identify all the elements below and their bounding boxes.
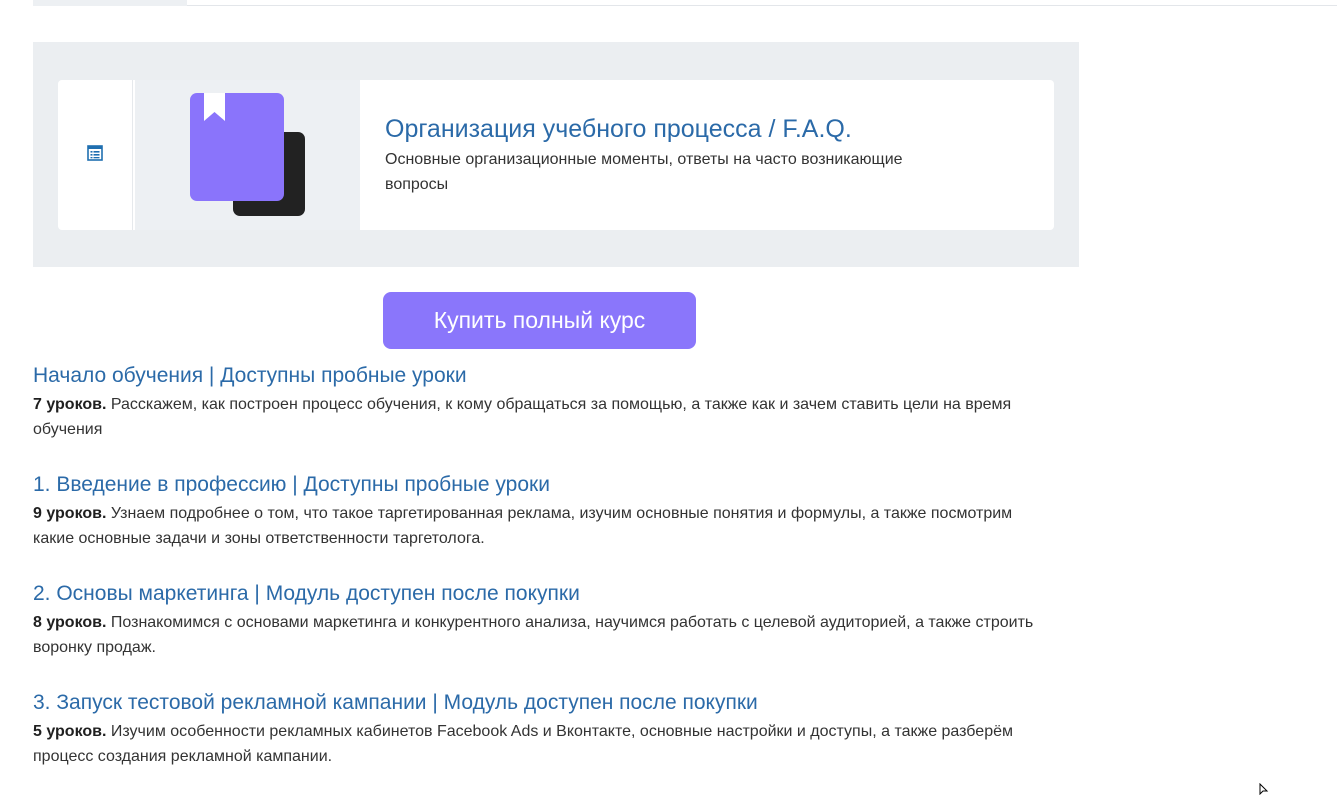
module-list: Начало обучения | Доступны пробные уроки…	[33, 363, 1053, 799]
module-title[interactable]: 2. Основы маркетинга | Модуль доступен п…	[33, 581, 1053, 607]
module-summary: Расскажем, как построен процесс обучения…	[33, 396, 1012, 438]
book-bookmark-illustration	[135, 80, 360, 230]
active-tab[interactable]	[33, 0, 187, 6]
lesson-type-cell	[58, 80, 133, 230]
module-summary: Познакомимся с основами маркетинга и кон…	[33, 614, 1034, 656]
card-description: Основные организационные моменты, ответы…	[385, 151, 903, 193]
book-front-shape	[190, 93, 284, 201]
card-text: Организация учебного процесса / F.A.Q. О…	[385, 114, 985, 197]
module-title[interactable]: 1. Введение в профессию | Доступны пробн…	[33, 472, 1053, 498]
module-description: 9 уроков. Узнаем подробнее о том, что та…	[33, 501, 1053, 551]
lesson-count: 8 уроков.	[33, 614, 107, 631]
module-summary: Узнаем подробнее о том, что такое таргет…	[33, 505, 1013, 547]
bookmark-icon	[204, 93, 225, 121]
mouse-cursor-icon	[1259, 783, 1269, 795]
module-item: Начало обучения | Доступны пробные уроки…	[33, 363, 1053, 442]
module-item: 3. Запуск тестовой рекламной кампании | …	[33, 690, 1053, 769]
module-title[interactable]: Начало обучения | Доступны пробные уроки	[33, 363, 1053, 389]
list-icon	[87, 144, 103, 166]
module-item: 1. Введение в профессию | Доступны пробн…	[33, 472, 1053, 551]
card-title[interactable]: Организация учебного процесса / F.A.Q.	[385, 114, 985, 144]
module-title[interactable]: 3. Запуск тестовой рекламной кампании | …	[33, 690, 1053, 716]
lesson-count: 7 уроков.	[33, 396, 107, 413]
lesson-count: 9 уроков.	[33, 505, 107, 522]
lesson-count: 5 уроков.	[33, 723, 107, 740]
module-description: 5 уроков. Изучим особенности рекламных к…	[33, 719, 1053, 769]
module-description: 7 уроков. Расскажем, как построен процес…	[33, 392, 1053, 442]
faq-lesson-card[interactable]: Организация учебного процесса / F.A.Q. О…	[58, 80, 1054, 230]
buy-full-course-button[interactable]: Купить полный курс	[383, 292, 696, 349]
module-item: 2. Основы маркетинга | Модуль доступен п…	[33, 581, 1053, 660]
module-description: 8 уроков. Познакомимся с основами маркет…	[33, 610, 1053, 660]
module-summary: Изучим особенности рекламных кабинетов F…	[33, 723, 1013, 765]
featured-section: Организация учебного процесса / F.A.Q. О…	[33, 42, 1079, 267]
top-tab-bar	[33, 0, 1337, 6]
